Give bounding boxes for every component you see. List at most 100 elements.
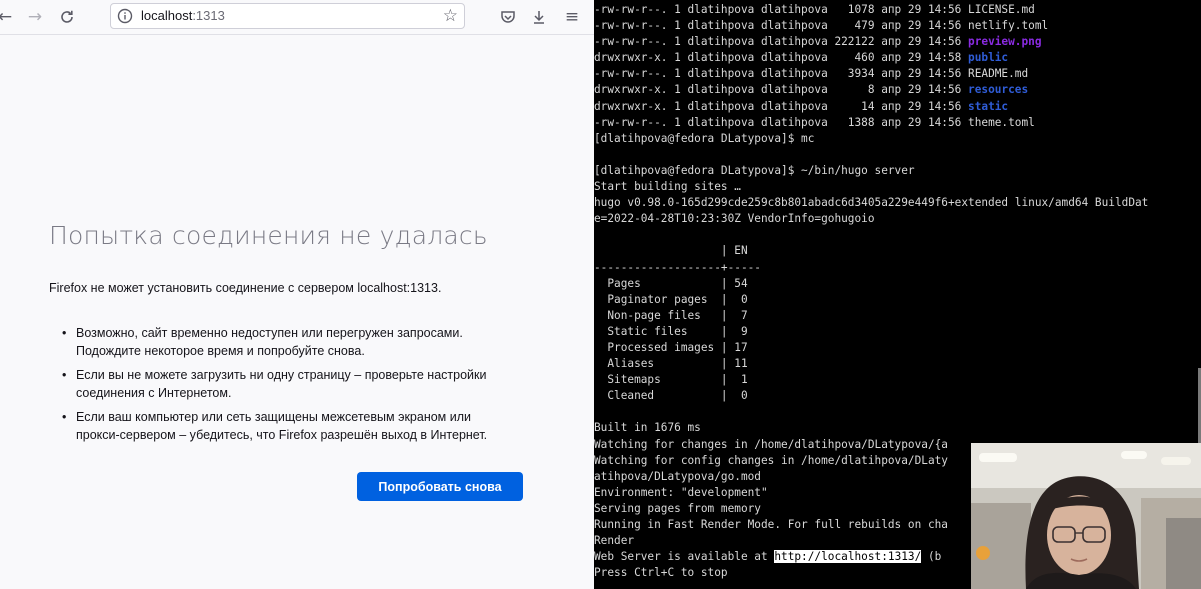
file-name: README.md [968,67,1029,81]
error-suggestions-list: Возможно, сайт временно недоступен или п… [62,324,542,450]
terminal-line: hugo v0.98.0-165d299cde259c8b801abadc6d3… [594,195,1194,211]
stats-row: Cleaned | 0 [594,388,1194,404]
stats-label: Aliases | [594,357,735,371]
file-listing-row: drwxrwxr-x. 1 dlatihpova dlatihpova 460 … [594,50,1194,66]
terminal-text: Press Ctrl+C to stop [594,566,728,580]
list-item-line: Подождите некоторое время и попробуйте с… [76,344,365,358]
file-name: resources [968,83,1029,97]
file-name: LICENSE.md [968,3,1035,16]
file-name: static [968,99,1009,113]
url-text[interactable]: localhost:1313 [141,8,225,23]
terminal-text: | EN [594,244,748,258]
stats-label: Paginator pages | [594,292,735,306]
list-item: Если вы не можете загрузить ни одну стра… [62,366,542,402]
terminal-line: Start building sites … [594,179,1194,195]
stats-value: 0 [734,389,748,403]
stats-row: Processed images | 17 [594,340,1194,356]
browser-window: ← → localhost:1313 ☆ ≡ Попытка соединени… [0,0,594,589]
arrow-right-icon[interactable]: → [24,6,46,28]
menu-icon[interactable]: ≡ [561,6,583,28]
file-meta: drwxrwxr-x. 1 dlatihpova dlatihpova 14 а… [594,99,969,113]
file-name: netlify.toml [968,19,1049,33]
stats-header: | EN [594,243,1194,259]
list-item-line: Если ваш компьютер или сеть защищены меж… [76,410,471,424]
server-url-link: http://localhost:1313/ [774,550,922,564]
stats-label: Pages | [594,276,735,290]
file-name: preview.png [968,35,1042,49]
info-icon[interactable] [117,8,133,24]
file-meta: -rw-rw-r--. 1 dlatihpova dlatihpova 1078… [594,3,969,16]
terminal-text: Web Server is available at [594,550,775,564]
stats-row: Static files | 9 [594,324,1194,340]
list-item-line: Возможно, сайт временно недоступен или п… [76,326,463,340]
pocket-icon[interactable] [497,6,519,28]
url-host: localhost [141,8,193,23]
stats-row: Aliases | 11 [594,356,1194,372]
file-meta: drwxrwxr-x. 1 dlatihpova dlatihpova 460 … [594,51,969,65]
error-title: Попытка соединения не удалась [49,221,488,250]
stats-label: Sitemaps | [594,373,735,387]
stats-label: Non-page files | [594,308,735,322]
list-item-line: прокси-сервером – убедитесь, что Firefox… [76,428,488,442]
url-port: :1313 [192,8,225,23]
stats-label: Processed images | [594,340,735,354]
stats-label: Cleaned | [594,389,735,403]
stats-value: 9 [734,324,748,338]
file-listing-row: -rw-rw-r--. 1 dlatihpova dlatihpova 1388… [594,115,1194,131]
error-description: Firefox не может установить соединение с… [49,281,442,295]
download-icon[interactable] [528,6,550,28]
stats-row: Sitemaps | 1 [594,372,1194,388]
terminal-text: Render [594,534,635,548]
bookmark-star-icon[interactable]: ☆ [443,6,458,26]
list-item: Возможно, сайт временно недоступен или п… [62,324,542,360]
terminal-text: Watching for config changes in /home/dla… [594,453,948,467]
reload-icon[interactable] [56,6,78,28]
file-meta: -rw-rw-r--. 1 dlatihpova dlatihpova 3934… [594,67,969,81]
stats-value: 17 [734,340,748,354]
list-item-line: Если вы не можете загрузить ни одну стра… [76,368,487,382]
terminal-text: [dlatihpova@fedora DLatypova]$ ~/bin/hug… [594,163,915,177]
terminal-prompt: [dlatihpova@fedora DLatypova]$ ~/bin/hug… [594,163,1194,179]
terminal-prompt: [dlatihpova@fedora DLatypova]$ mc [594,131,1194,147]
file-listing-row: drwxrwxr-x. 1 dlatihpova dlatihpova 14 а… [594,99,1194,115]
terminal-text: -------------------+----- [594,260,761,274]
terminal-text: atihpova/DLatypova/go.mod [594,469,761,483]
terminal-text: hugo v0.98.0-165d299cde259c8b801abadc6d3… [594,196,1149,210]
file-meta: -rw-rw-r--. 1 dlatihpova dlatihpova 2221… [594,35,969,49]
file-name: theme.toml [968,115,1035,129]
file-meta: -rw-rw-r--. 1 dlatihpova dlatihpova 479 … [594,19,969,33]
retry-button[interactable]: Попробовать снова [357,472,523,501]
file-listing-row: drwxrwxr-x. 1 dlatihpova dlatihpova 8 ап… [594,82,1194,98]
terminal-text: Built in 1676 ms [594,421,701,435]
terminal-text: [dlatihpova@fedora DLatypova]$ mc [594,131,815,145]
webcam-image [971,443,1201,589]
file-listing-row: -rw-rw-r--. 1 dlatihpova dlatihpova 2221… [594,34,1194,50]
terminal-text: e=2022-04-28T10:23:30Z VendorInfo=gohugo… [594,212,875,226]
terminal-text: Serving pages from memory [594,501,761,515]
terminal-text: Start building sites … [594,180,741,194]
file-listing-row: -rw-rw-r--. 1 dlatihpova dlatihpova 479 … [594,18,1194,34]
file-name: public [968,51,1009,65]
stats-value: 1 [734,373,748,387]
browser-toolbar: ← → localhost:1313 ☆ ≡ [0,0,594,35]
stats-value: 54 [734,276,748,290]
stats-row: Paginator pages | 0 [594,292,1194,308]
terminal-text: (b [921,550,942,564]
file-meta: -rw-rw-r--. 1 dlatihpova dlatihpova 1388… [594,115,969,129]
stats-row: Non-page files | 7 [594,308,1194,324]
terminal-line: e=2022-04-28T10:23:30Z VendorInfo=gohugo… [594,211,1194,227]
file-listing-row: -rw-rw-r--. 1 dlatihpova dlatihpova 3934… [594,66,1194,82]
terminal-text: Watching for changes in /home/dlatihpova… [594,437,948,451]
stats-value: 7 [734,308,748,322]
file-meta: drwxrwxr-x. 1 dlatihpova dlatihpova 8 ап… [594,83,969,97]
url-bar[interactable]: localhost:1313 ☆ [110,3,465,29]
arrow-left-icon[interactable]: ← [0,6,16,28]
list-item-line: соединения с Интернетом. [76,386,232,400]
terminal-text: Environment: "development" [594,485,768,499]
stats-row: Pages | 54 [594,276,1194,292]
file-listing-row: -rw-rw-r--. 1 dlatihpova dlatihpova 1078… [594,2,1194,18]
stats-value: 11 [734,357,748,371]
stats-label: Static files | [594,324,735,338]
